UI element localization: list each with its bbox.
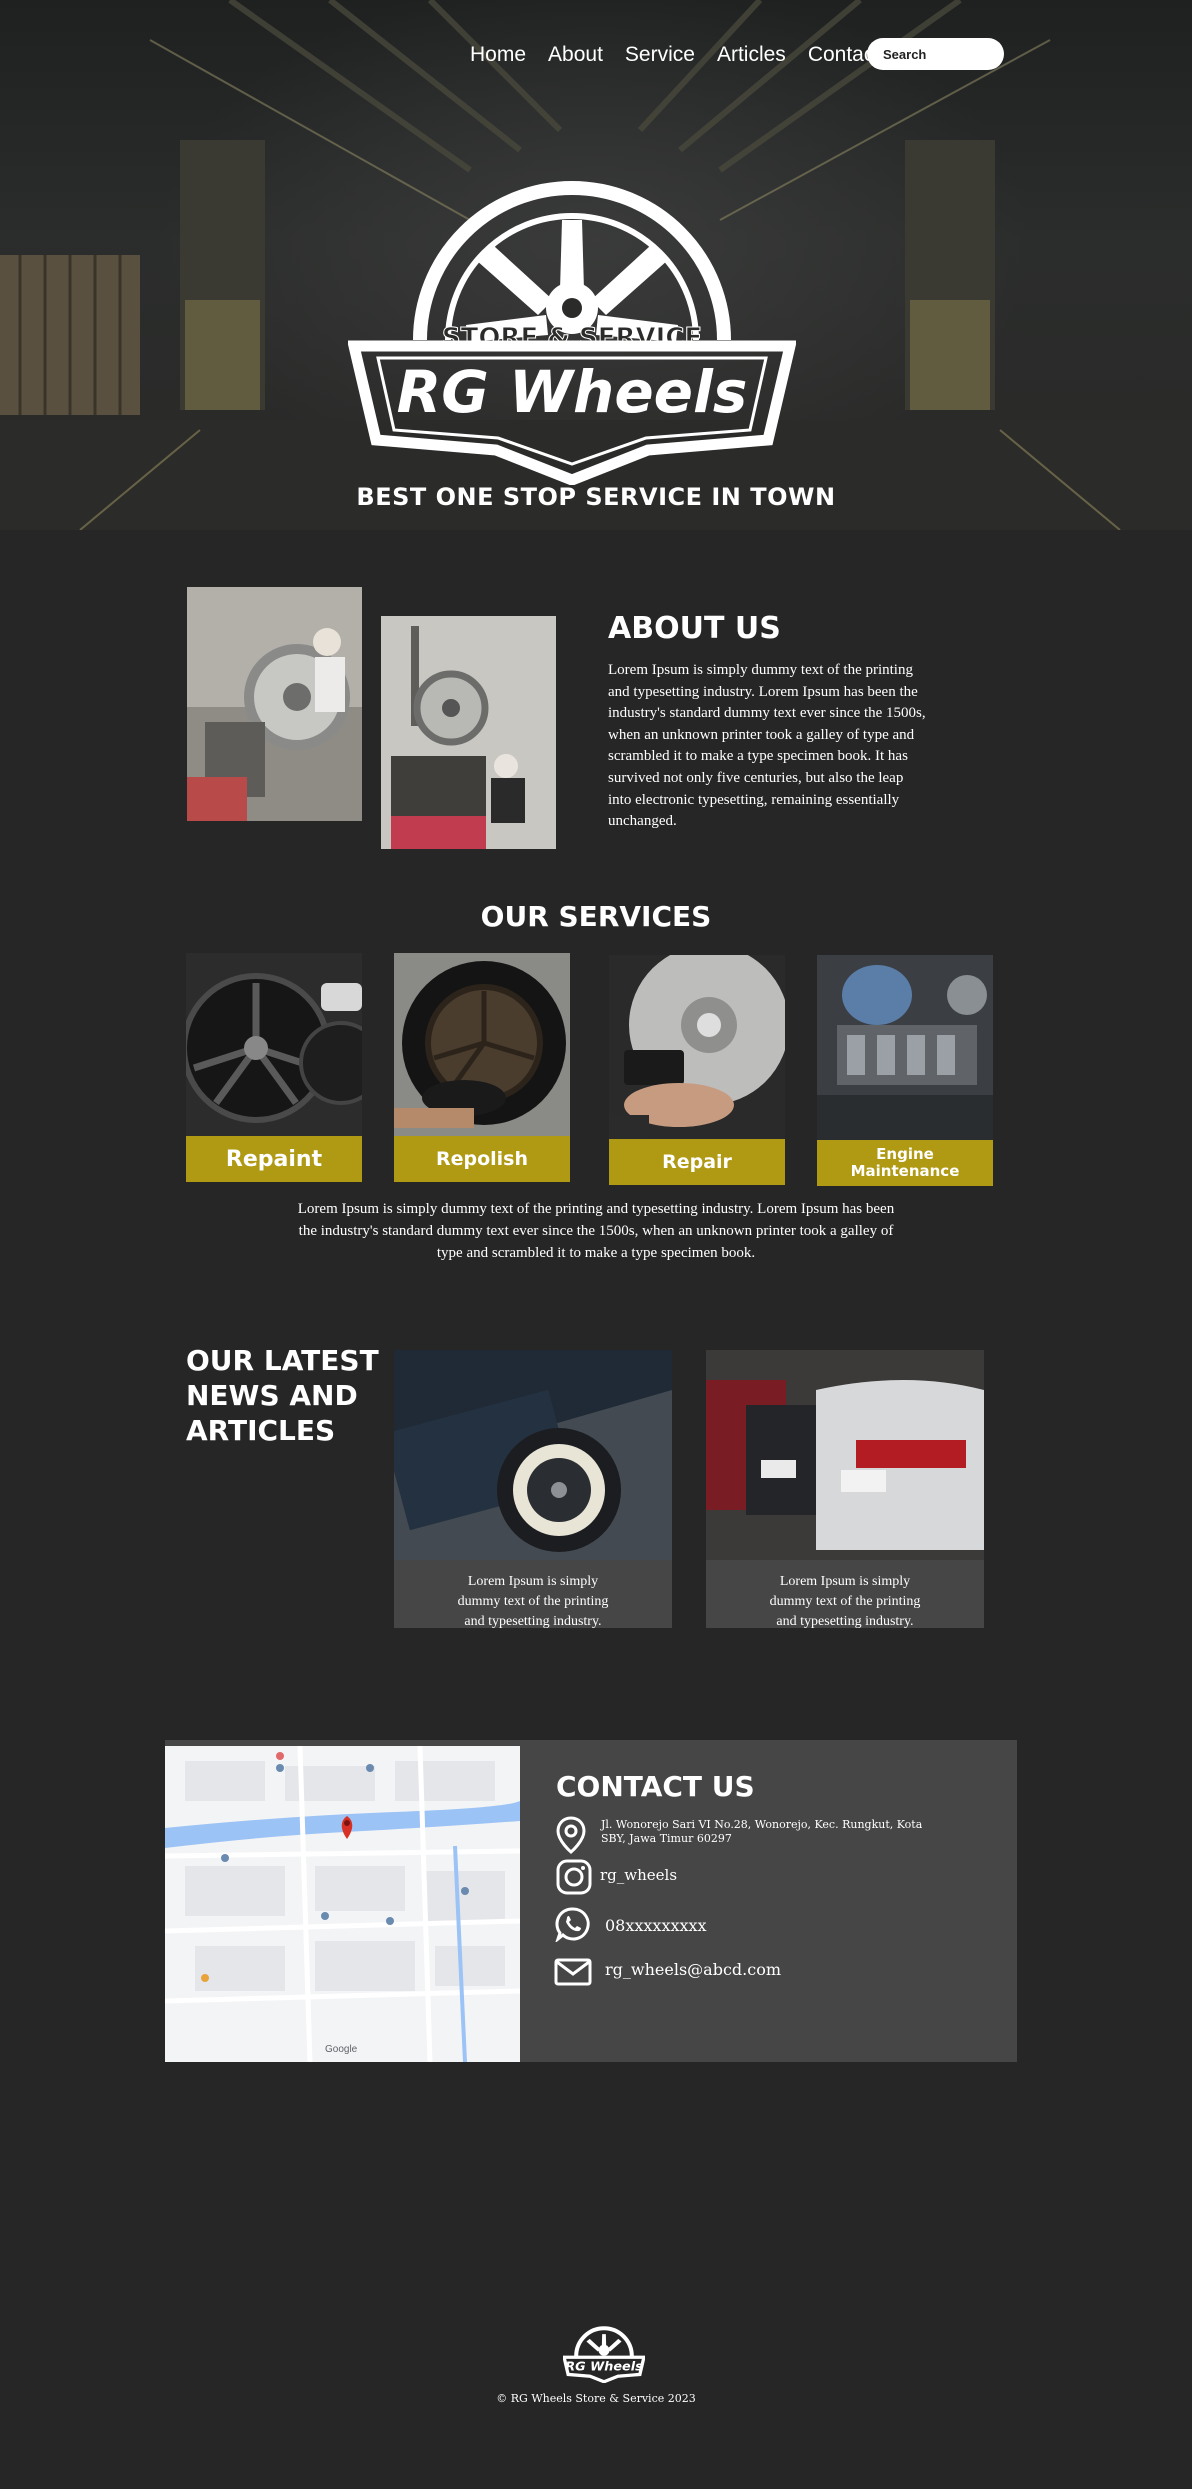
rg-wheels-logo: STORE & SERVICE RG Wheels	[348, 181, 796, 485]
map-image: Google	[165, 1746, 520, 2062]
location-map[interactable]: Google	[165, 1746, 520, 2062]
envelope-icon[interactable]	[554, 1958, 592, 1986]
nav-home[interactable]: Home	[470, 43, 526, 67]
svg-text:Google: Google	[325, 2044, 358, 2055]
whatsapp-icon[interactable]	[555, 1906, 591, 1942]
service-label-engine-maintenance[interactable]: Engine Maintenance	[817, 1140, 993, 1186]
nav-about[interactable]: About	[548, 43, 603, 67]
service-label-repolish[interactable]: Repolish	[394, 1136, 570, 1182]
service-image-repaint	[186, 953, 362, 1138]
service-image-repolish	[394, 953, 570, 1138]
service-image-engine-maintenance	[817, 955, 993, 1140]
search-input[interactable]	[867, 38, 1004, 70]
news-title: OUR LATEST NEWS AND ARTICLES	[186, 1344, 379, 1447]
service-image-repair	[609, 955, 785, 1140]
contact-address: Jl. Wonorejo Sari VI No.28, Wonorejo, Ke…	[601, 1818, 923, 1845]
footer-logo: RG Wheels	[563, 2326, 645, 2383]
instagram-icon[interactable]	[556, 1859, 592, 1895]
main-nav: Home About Service Articles Contact	[470, 38, 902, 72]
news-card-1[interactable]: Lorem Ipsum is simply dummy text of the …	[394, 1350, 672, 1629]
contact-title: CONTACT US	[556, 1770, 755, 1803]
about-photo-wheel-service	[381, 616, 556, 849]
news-card-2[interactable]: Lorem Ipsum is simply dummy text of the …	[706, 1350, 984, 1629]
footer-copyright: © RG Wheels Store & Service 2023	[496, 2392, 696, 2405]
svg-text:RG Wheels: RG Wheels	[565, 2360, 643, 2375]
service-label-repaint[interactable]: Repaint	[186, 1136, 362, 1182]
nav-articles[interactable]: Articles	[717, 43, 786, 67]
news-text-1: Lorem Ipsum is simply dummy text of the …	[457, 1574, 609, 1629]
services-description: Lorem Ipsum is simply dummy text of the …	[297, 1201, 895, 1261]
news-text-2: Lorem Ipsum is simply dummy text of the …	[769, 1574, 921, 1629]
about-text: Lorem Ipsum is simply dummy text of the …	[608, 662, 926, 830]
contact-email[interactable]: rg_wheels@abcd.com	[605, 1960, 781, 1979]
service-label-engine-maintenance-text: Engine Maintenance	[850, 1145, 960, 1180]
news-image-1	[394, 1350, 672, 1560]
about-title: ABOUT US	[608, 611, 781, 646]
news-image-2	[706, 1350, 984, 1560]
nav-service[interactable]: Service	[625, 43, 695, 67]
location-pin-icon	[556, 1816, 586, 1854]
about-photo-tire-machine	[187, 587, 362, 821]
contact-instagram[interactable]: rg_wheels	[600, 1866, 677, 1884]
service-label-repair[interactable]: Repair	[609, 1139, 785, 1185]
contact-whatsapp[interactable]: 08xxxxxxxxx	[605, 1916, 707, 1935]
svg-text:RG Wheels: RG Wheels	[397, 358, 748, 426]
hero-section: Home About Service Articles Contact STOR…	[0, 0, 1192, 530]
hero-tagline: BEST ONE STOP SERVICE IN TOWN	[356, 483, 836, 511]
services-title: OUR SERVICES	[480, 900, 712, 933]
